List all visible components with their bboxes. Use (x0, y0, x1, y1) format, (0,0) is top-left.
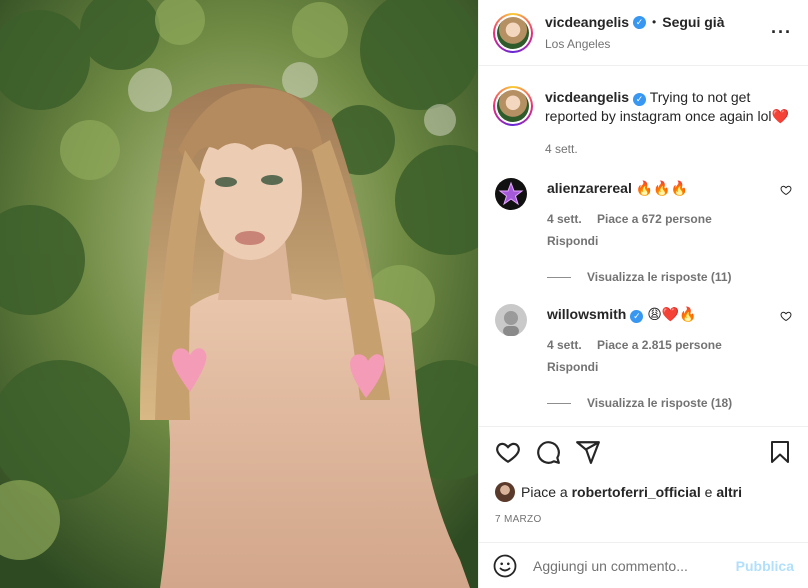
commenter-username[interactable]: alienzarereal (547, 180, 632, 196)
view-replies-button[interactable]: Visualizza le risposte (11) (547, 270, 794, 284)
commenter-avatar[interactable] (495, 304, 527, 336)
likes-summary[interactable]: Piace a robertoferri_official e altri (495, 482, 742, 502)
commenter-username[interactable]: willowsmith (547, 306, 626, 322)
comment-icon[interactable] (535, 439, 561, 465)
caption-avatar[interactable] (493, 86, 533, 126)
comment-item: alienzarereal 🔥🔥🔥 4 sett. Piace a 672 pe… (495, 178, 794, 284)
face-avatar-icon (503, 311, 519, 336)
comment-likes-count[interactable]: Piace a 672 persone (597, 212, 712, 226)
bookmark-icon[interactable] (768, 439, 792, 465)
verified-badge-icon: ✓ (633, 93, 647, 106)
comment-likes-count[interactable]: Piace a 2.815 persone (597, 338, 722, 352)
caption-heart-emoji: ❤️ (771, 108, 789, 124)
share-icon[interactable] (575, 439, 601, 465)
replies-divider (547, 276, 571, 278)
commenter-avatar[interactable] (495, 178, 527, 210)
liker-username[interactable]: robertoferri_official (572, 484, 701, 500)
heart-icon[interactable] (495, 439, 521, 465)
location-link[interactable]: Los Angeles (545, 37, 724, 51)
post-date[interactable]: 7 MARZO (495, 514, 542, 525)
verified-badge-icon: ✓ (630, 309, 644, 323)
more-options-icon[interactable]: ··· (771, 22, 792, 43)
post-actions: Piace a robertoferri_official e altri 7 … (479, 426, 808, 542)
post-panel: vicdeangelis ✓ • Segui già Los Angeles ·… (478, 0, 808, 588)
caption-username[interactable]: vicdeangelis (545, 89, 629, 105)
star-avatar-icon (498, 181, 524, 206)
comment-like-heart-icon[interactable] (780, 310, 792, 322)
photo-illustration (0, 0, 478, 588)
following-button[interactable]: Segui già (662, 14, 724, 31)
emoji-icon[interactable] (493, 554, 517, 578)
likes-others-link[interactable]: altri (716, 484, 742, 500)
post-header: vicdeangelis ✓ • Segui già Los Angeles ·… (479, 0, 808, 66)
comment-text: 😩❤️🔥 (647, 306, 697, 322)
reply-button[interactable]: Rispondi (547, 360, 794, 374)
post-photo[interactable] (0, 0, 478, 588)
comment-input[interactable] (533, 557, 736, 574)
view-replies-button[interactable]: Visualizza le risposte (18) (547, 396, 794, 410)
add-comment-bar: Pubblica (479, 542, 808, 588)
liker-avatar (495, 482, 515, 502)
comments-list[interactable]: vicdeangelis ✓ Trying to not get reported… (479, 66, 808, 426)
replies-divider (547, 402, 571, 404)
publish-button[interactable]: Pubblica (736, 558, 794, 574)
comment-timestamp[interactable]: 4 sett. (547, 212, 582, 226)
author-avatar[interactable] (493, 12, 533, 53)
comment-like-heart-icon[interactable] (780, 184, 792, 196)
separator-dot: • (652, 15, 657, 30)
post-caption: vicdeangelis ✓ Trying to not get reported… (493, 86, 794, 156)
verified-badge-icon: ✓ (633, 15, 647, 29)
comment-item: willowsmith ✓ 😩❤️🔥 4 sett. Piace a 2.815 … (495, 304, 794, 410)
caption-timestamp[interactable]: 4 sett. (545, 142, 794, 156)
comment-timestamp[interactable]: 4 sett. (547, 338, 582, 352)
post-viewer: vicdeangelis ✓ • Segui già Los Angeles ·… (0, 0, 808, 588)
comment-text: 🔥🔥🔥 (635, 180, 689, 196)
reply-button[interactable]: Rispondi (547, 234, 794, 248)
author-username[interactable]: vicdeangelis (545, 14, 629, 31)
